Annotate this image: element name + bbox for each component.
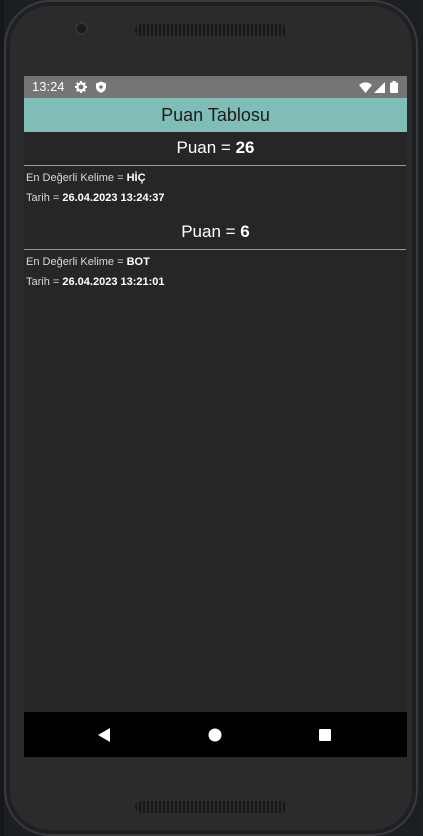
best-word-row: En Değerli Kelime = HİÇ xyxy=(26,172,146,184)
best-word-value: HİÇ xyxy=(126,172,146,184)
date-value: 26.04.2023 13:24:37 xyxy=(62,192,165,204)
signal-icon xyxy=(372,80,386,94)
best-word-value: BOT xyxy=(126,256,150,268)
best-word-label: En Değerli Kelime = xyxy=(26,256,127,268)
settings-gear-icon xyxy=(74,80,88,94)
score-entry[interactable]: Puan = 26 En Değerli Kelime = HİÇ Tarih … xyxy=(24,132,407,216)
status-bar: 13:24 xyxy=(24,76,407,98)
status-time: 13:24 xyxy=(32,79,65,94)
score-entry[interactable]: Puan = 6 En Değerli Kelime = BOT Tarih =… xyxy=(24,216,407,300)
page-title: Puan Tablosu xyxy=(161,104,270,125)
date-row: Tarih = 26.04.2023 13:21:01 xyxy=(26,276,165,288)
recents-square-icon[interactable] xyxy=(314,724,336,746)
date-value: 26.04.2023 13:21:01 xyxy=(62,276,165,288)
score-list[interactable]: Puan = 26 En Değerli Kelime = HİÇ Tarih … xyxy=(24,132,407,300)
home-circle-icon[interactable] xyxy=(204,724,226,746)
emulator-desktop: 13:24 Puan Tablosu Puan = 26 En Değerli … xyxy=(0,0,423,836)
battery-icon xyxy=(387,80,401,94)
best-word-label: En Değerli Kelime = xyxy=(26,172,127,184)
date-label: Tarih = xyxy=(26,192,63,204)
back-triangle-icon[interactable] xyxy=(93,724,115,746)
date-label: Tarih = xyxy=(26,276,63,288)
score-label: Puan = xyxy=(181,222,241,241)
phone-frame: 13:24 Puan Tablosu Puan = 26 En Değerli … xyxy=(4,0,418,836)
score-label: Puan = xyxy=(176,138,236,157)
score-heading: Puan = 6 xyxy=(24,222,407,242)
date-row: Tarih = 26.04.2023 13:24:37 xyxy=(26,192,165,204)
bottom-speaker-grille xyxy=(135,801,287,813)
entry-divider xyxy=(24,249,406,250)
phone-screen: 13:24 Puan Tablosu Puan = 26 En Değerli … xyxy=(24,76,407,757)
shield-icon xyxy=(94,80,108,94)
app-bar: Puan Tablosu xyxy=(24,98,407,132)
best-word-row: En Değerli Kelime = BOT xyxy=(26,256,150,268)
navigation-bar xyxy=(24,712,407,757)
top-speaker-grille xyxy=(135,24,287,36)
entry-divider xyxy=(24,165,406,166)
wifi-icon xyxy=(358,80,372,94)
score-value: 6 xyxy=(240,222,250,241)
score-heading: Puan = 26 xyxy=(24,138,407,158)
front-camera xyxy=(77,24,86,33)
score-value: 26 xyxy=(235,138,255,157)
